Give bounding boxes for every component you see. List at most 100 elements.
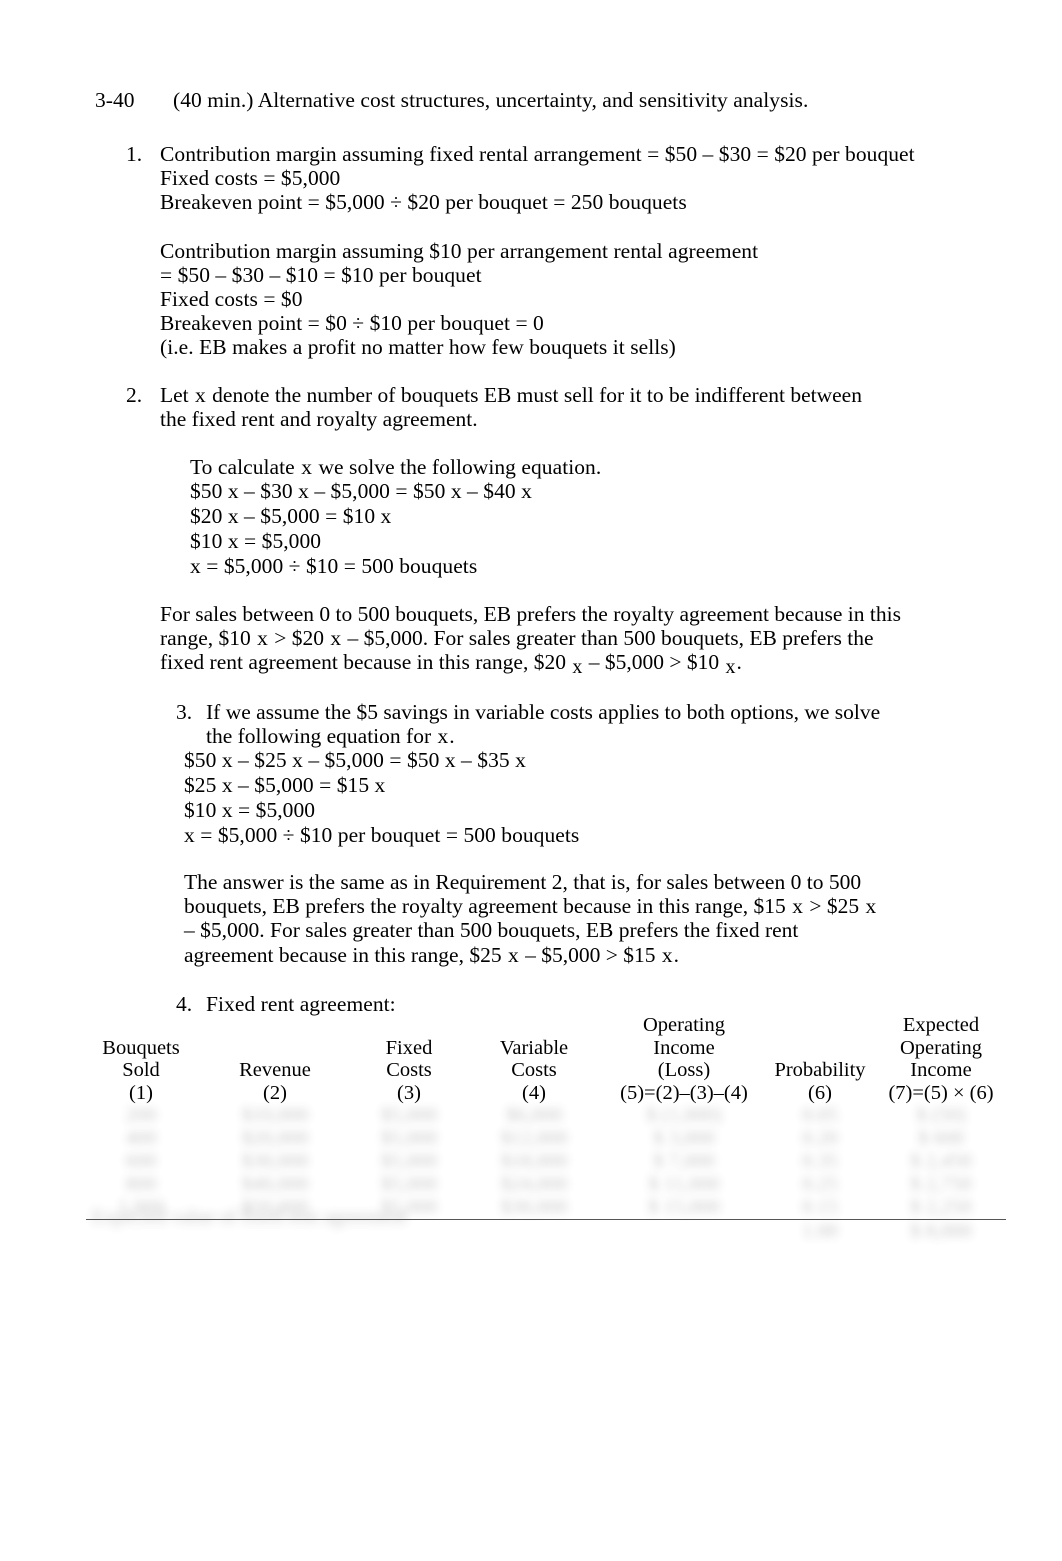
cell: $ 7,000: [653, 1150, 715, 1172]
cell: 0.25: [802, 1173, 838, 1195]
hdr-line: Sold: [122, 1059, 160, 1081]
item2-equation-3: $10 x = $5,000: [190, 529, 322, 553]
table-header-operating-income: Operating Income (Loss) (5)=(2)–(3)–(4): [604, 1014, 764, 1104]
hdr-line: Operating: [643, 1014, 725, 1036]
table-header: Bouquets Sold (1) Revenue (2) Fixed Cost…: [86, 1014, 1006, 1104]
cell: $ 2,450: [910, 1150, 972, 1172]
table-row: 200 $10,000 $5,000 $6,000 $ (1,000) 0.05…: [86, 1104, 1006, 1127]
cell: $40,000: [241, 1173, 309, 1195]
item2-equation-1: $50 x – $30 x – $5,000 = $50 x – $40 x: [190, 479, 532, 503]
hdr-line: Income: [653, 1036, 715, 1059]
cell: $30,000: [241, 1150, 309, 1172]
cell: $30,000: [500, 1196, 568, 1218]
cell: 1.00: [764, 1219, 876, 1243]
cell: $ 600: [917, 1127, 965, 1149]
item2-intro-variable: x: [195, 383, 206, 407]
item2-para-4: – $5,000 > $10: [588, 650, 720, 675]
item3-para-var4: x: [661, 942, 673, 967]
hdr-line: (6): [808, 1081, 832, 1104]
hdr-line: Expected: [902, 1014, 980, 1036]
item3-para-5: .: [673, 942, 679, 967]
item1-line7: Breakeven point = $0 ÷ $10 per bouquet =…: [160, 311, 544, 335]
item3-intro-a: If we assume the $5 savings in variable …: [206, 700, 881, 749]
cell: $ 2,250: [910, 1196, 972, 1218]
cell: $6,000: [505, 1104, 563, 1126]
table-header-variable-costs: Variable Costs (4): [464, 1014, 604, 1104]
item3-para-var1: x: [792, 894, 803, 919]
hdr-line: Operating: [900, 1036, 982, 1059]
problem-number: 3-40: [95, 88, 135, 112]
hdr-line: (1): [129, 1081, 153, 1104]
cell: [464, 1219, 604, 1243]
document-page: 3-40 (40 min.) Alternative cost structure…: [0, 0, 1062, 1561]
item1-line8: (i.e. EB makes a profit no matter how fe…: [160, 335, 676, 359]
cell: $18,000: [500, 1150, 568, 1172]
item3-para-var2: x: [865, 894, 877, 919]
table-row: 800 $40,000 $5,000 $24,000 $ 11,000 0.25…: [86, 1173, 1006, 1196]
item3-equation-4: x = $5,000 ÷ $10 per bouquet = 500 bouqu…: [184, 823, 580, 847]
hdr-line: (Loss): [657, 1059, 711, 1081]
hdr-line: (2): [263, 1081, 287, 1104]
table-header-fixed-costs: Fixed Costs (3): [354, 1014, 464, 1104]
table-row: 600 $30,000 $5,000 $18,000 $ 7,000 0.35 …: [86, 1150, 1006, 1173]
item1-line6: Fixed costs = $0: [160, 287, 303, 311]
item2-calc-a: To calculate: [190, 455, 295, 479]
list-number-2: 2.: [126, 383, 143, 407]
cell: 200: [125, 1104, 157, 1126]
item2-para-5: .: [736, 650, 742, 675]
hdr-line: Costs: [511, 1059, 557, 1081]
cell: [604, 1219, 764, 1243]
cell: 400: [125, 1127, 157, 1149]
cell: $24,000: [500, 1173, 568, 1195]
item3-para-var3: x: [507, 942, 519, 967]
item1-line2: Fixed costs = $5,000: [160, 166, 341, 190]
cell: $ (1,000): [646, 1104, 722, 1126]
list-number-3: 3.: [176, 700, 193, 724]
list-number-4: 4.: [176, 992, 193, 1016]
hdr-line: Bouquets: [102, 1036, 180, 1059]
table-row: 400 $20,000 $5,000 $12,000 $ 3,000 0.20 …: [86, 1127, 1006, 1150]
item2-calc-intro: To calculate x we solve the following eq…: [190, 455, 601, 479]
hdr-line: Revenue: [239, 1059, 311, 1081]
cell: $ 15,000: [648, 1196, 720, 1218]
cell: $5,000: [380, 1150, 438, 1172]
cell: 0.35: [802, 1150, 838, 1172]
cell: $ 3,000: [653, 1127, 715, 1149]
cell: $10,000: [241, 1104, 309, 1126]
hdr-line: (4): [522, 1081, 546, 1104]
item2-paragraph: For sales between 0 to 500 bouquets, EB …: [160, 602, 908, 678]
hdr-line: (7)=(5) × (6): [888, 1081, 994, 1104]
cell: $ 11,000: [648, 1173, 720, 1195]
item2-para-2: > $20: [274, 626, 325, 651]
cell: $5,000: [380, 1104, 438, 1126]
hdr-line: Income: [910, 1059, 972, 1081]
hdr-line: (3): [397, 1081, 421, 1104]
item4-label: Fixed rent agreement:: [206, 992, 396, 1016]
item1-line4: Contribution margin assuming $10 per arr…: [160, 239, 759, 263]
item3-paragraph: The answer is the same as in Requirement…: [184, 870, 884, 967]
item3-intro-b: .: [449, 724, 455, 749]
item2-calc-b: we solve the following equation.: [318, 455, 602, 479]
item1-line1: Contribution margin assuming fixed renta…: [160, 142, 915, 166]
cell: $ 2,750: [910, 1173, 972, 1195]
table-header-row: Bouquets Sold (1) Revenue (2) Fixed Cost…: [86, 1014, 1006, 1104]
cell: 0.15: [802, 1196, 838, 1218]
cell: 0.20: [802, 1127, 838, 1149]
item3-para-3: – $5,000. For sales greater than 500 bou…: [184, 918, 799, 967]
item3-para-1: The answer is the same as in Requirement…: [184, 870, 862, 919]
cell: 800: [125, 1173, 157, 1195]
item3-para-4: – $5,000 > $15: [525, 942, 656, 967]
item2-calc-variable: x: [301, 455, 312, 479]
hdr-line: Probability: [774, 1059, 866, 1081]
item3-equation-3: $10 x = $5,000: [184, 798, 316, 822]
item2-equation-4: x = $5,000 ÷ $10 = 500 bouquets: [190, 554, 478, 578]
item1-line5: = $50 – $30 – $10 = $10 per bouquet: [160, 263, 482, 287]
item3-equation-2: $25 x – $5,000 = $15 x: [184, 773, 386, 797]
hdr-line: Costs: [386, 1059, 432, 1081]
item2-equation-2: $20 x – $5,000 = $10 x: [190, 504, 392, 528]
item2-intro: Let x denote the number of bouquets EB m…: [160, 383, 882, 431]
cell: $ 8,000: [876, 1219, 1006, 1243]
hdr-line: Fixed: [385, 1036, 433, 1059]
cell: $20,000: [241, 1127, 309, 1149]
cell: $5,000: [380, 1127, 438, 1149]
